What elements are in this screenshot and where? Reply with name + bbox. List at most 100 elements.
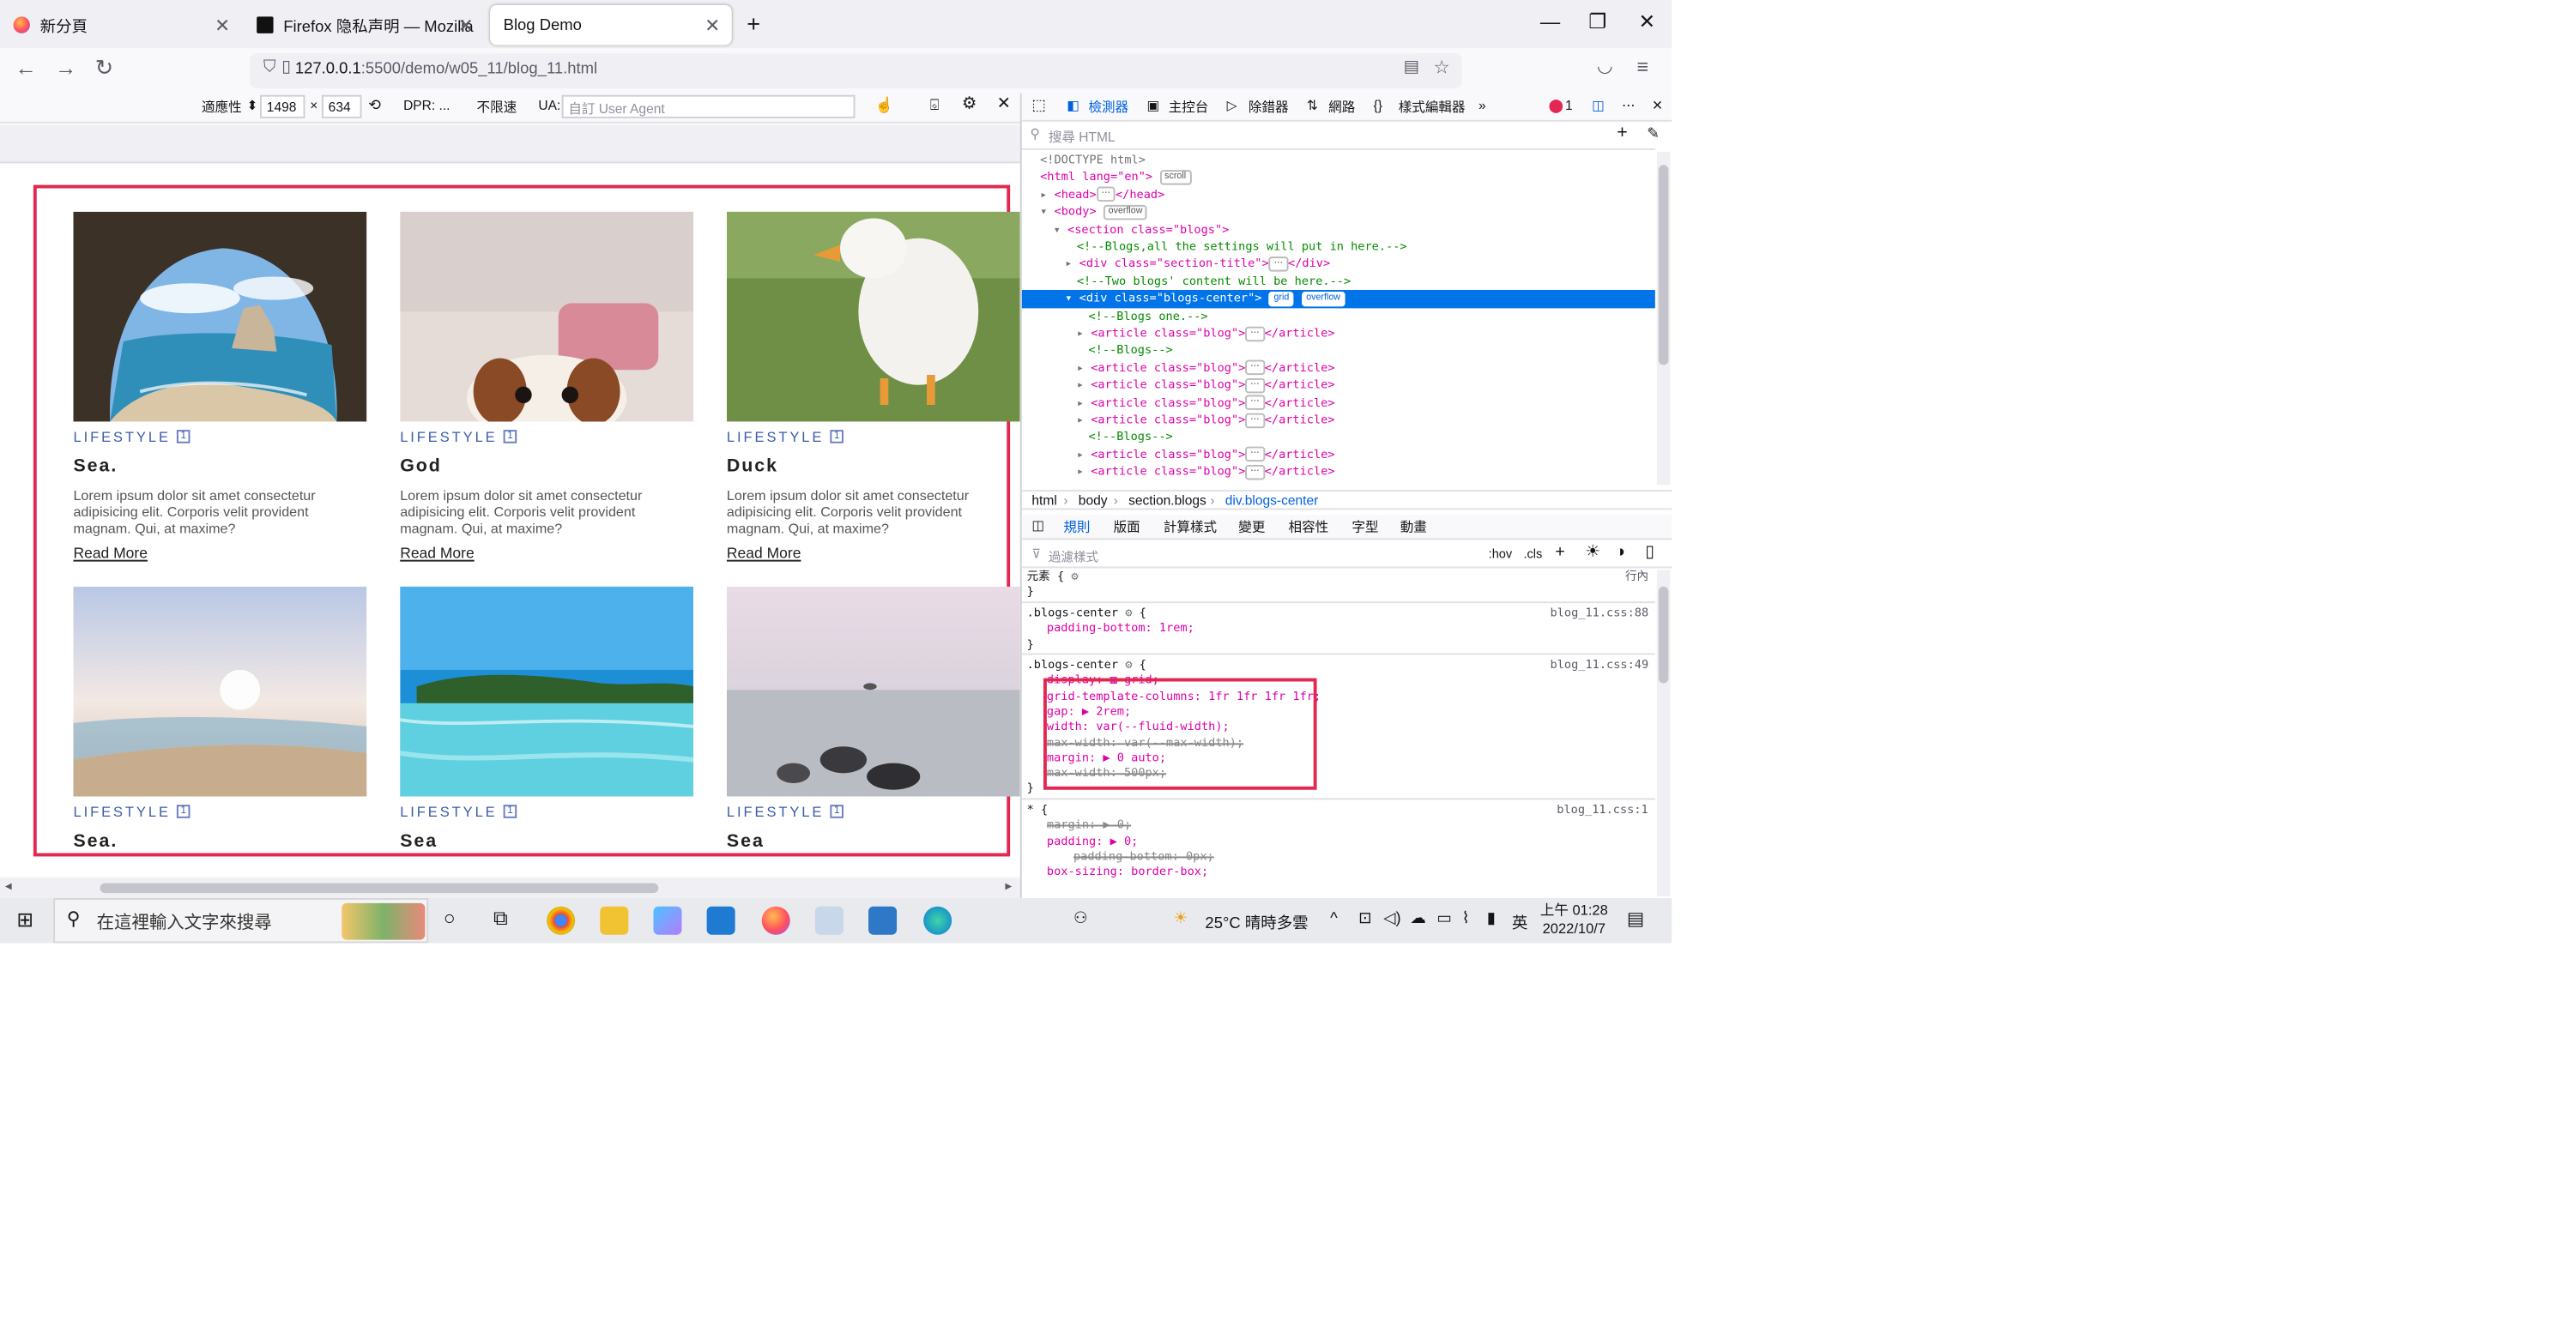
rule-declaration[interactable]: padding: ▶ 0; — [1047, 834, 1138, 849]
markup-line[interactable]: <!--Blogs--> — [1088, 342, 1172, 359]
tab-compatibility[interactable]: 相容性 — [1289, 518, 1329, 536]
add-rule-icon[interactable]: + — [1555, 543, 1564, 561]
breadcrumb-item-active[interactable]: div.blogs-center — [1225, 493, 1319, 508]
screenshot-icon[interactable]: ⌺ — [930, 97, 940, 115]
markup-line[interactable]: ▸ <article class="blog"> ⋯ </article> — [1077, 463, 1335, 480]
restore-icon[interactable]: ❐ — [1588, 10, 1606, 33]
html-search[interactable]: ⚲ 搜尋 HTML + ✎ — [1021, 122, 1660, 150]
markup-line[interactable]: ▸ <article class="blog"> ⋯ </article> — [1077, 377, 1335, 394]
markup-line[interactable]: ▸ <article class="blog"> ⋯ </article> — [1077, 359, 1335, 377]
light-mode-icon[interactable]: ☀ — [1585, 543, 1599, 561]
markup-line[interactable]: ▸ <article class="blog"> ⋯ </article> — [1077, 412, 1335, 429]
tab-fonts[interactable]: 字型 — [1351, 518, 1378, 536]
photos-icon[interactable] — [868, 906, 898, 935]
overflow-menu-icon[interactable]: ⋯ — [1622, 99, 1636, 113]
scroll-left-icon[interactable]: ◂ — [5, 878, 12, 893]
vscode-icon[interactable] — [706, 906, 735, 935]
markup-line[interactable]: ▸ <article class="blog"> ⋯ </article> — [1077, 325, 1335, 342]
breadcrumb-item[interactable]: body — [1079, 493, 1108, 508]
battery-icon[interactable]: ▮ — [1487, 910, 1496, 928]
new-tab-icon[interactable]: + — [747, 10, 760, 37]
device-selector[interactable]: 適應性 — [202, 99, 242, 117]
url-bar[interactable]: ⛉ ▯ 127.0.0.1:5500/demo/w05_11/blog_11.h… — [250, 53, 1462, 88]
tab-mozilla-privacy[interactable]: Firefox 隐私声明 — Mozilla ✕ — [244, 5, 486, 45]
tab-computed[interactable]: 計算樣式 — [1164, 518, 1217, 536]
markup-line[interactable]: <!--Two blogs' content will be here.--> — [1077, 273, 1351, 290]
rule-declaration-overridden[interactable]: margin: ▶ 0; — [1047, 818, 1131, 834]
more-tabs-icon[interactable]: » — [1478, 99, 1486, 113]
rule-declaration[interactable]: padding-bottom: 1rem; — [1047, 622, 1194, 637]
bookmark-star-icon[interactable]: ☆ — [1434, 57, 1450, 78]
forward-arrow-icon[interactable]: → — [55, 55, 76, 80]
close-devtools-icon[interactable]: ✕ — [1652, 99, 1663, 113]
reload-icon[interactable]: ↻ — [95, 55, 113, 81]
tab-new-page[interactable]: 新分頁 ✕ — [0, 5, 242, 45]
user-agent-input[interactable]: 自訂 User Agent — [561, 94, 856, 118]
settings-gear-icon[interactable]: ⚙ — [962, 95, 977, 113]
people-icon[interactable]: ⚇ — [1073, 910, 1088, 928]
rules-scrollbar[interactable] — [1656, 570, 1671, 897]
file-explorer-icon[interactable] — [600, 906, 629, 935]
reader-view-icon[interactable]: ▤ — [1404, 58, 1419, 76]
markup-line[interactable]: <!--Blogs one.--> — [1088, 308, 1207, 325]
volume-icon[interactable]: ◁) — [1383, 910, 1400, 928]
chrome-icon[interactable] — [547, 906, 576, 935]
class-toggle[interactable]: .cls — [1523, 546, 1542, 561]
markup-line[interactable]: <!--Blogs--> — [1088, 429, 1172, 446]
touch-icon[interactable]: ☝ — [875, 97, 894, 115]
markup-line[interactable]: ▸ <article class="blog"> ⋯ </article> — [1077, 446, 1335, 463]
read-more-link[interactable]: Read More — [73, 545, 366, 561]
shield-icon[interactable]: ⛉ — [263, 58, 276, 76]
rule-declaration[interactable]: box-sizing: border-box; — [1047, 866, 1208, 881]
task-view-icon[interactable]: ⧉ — [493, 907, 508, 932]
tab-inspector[interactable]: 檢測器 — [1088, 99, 1128, 117]
rule-source-link[interactable]: blog_11.css:88 — [1551, 606, 1649, 622]
rule-selector[interactable]: .blogs-center ⚙ { — [1027, 606, 1146, 622]
read-more-link[interactable]: Read More — [400, 545, 693, 561]
error-icon[interactable]: ⬤ — [1549, 99, 1563, 113]
tab-network[interactable]: 網路 — [1328, 99, 1355, 117]
tab-blog-demo[interactable]: Blog Demo ✕ — [490, 4, 732, 45]
print-icon[interactable]: ▯ — [1645, 543, 1654, 561]
toggle-sidebar-icon[interactable]: ◫ — [1031, 518, 1044, 533]
minimize-icon[interactable]: — — [1540, 10, 1560, 33]
markup-line[interactable]: <!--Blogs,all the settings will put in h… — [1077, 238, 1407, 256]
breadcrumb-item[interactable]: html — [1031, 493, 1056, 508]
add-node-icon[interactable]: + — [1617, 124, 1628, 143]
tab-layout[interactable]: 版面 — [1114, 518, 1140, 536]
rule-selector[interactable]: * { — [1027, 803, 1049, 818]
scrollbar-thumb[interactable] — [1658, 165, 1669, 365]
notification-icon[interactable]: ▤ — [1627, 908, 1644, 930]
hover-toggle[interactable]: :hov — [1489, 546, 1513, 561]
pocket-icon[interactable]: ◡ — [1597, 55, 1613, 76]
tab-animations[interactable]: 動畫 — [1400, 518, 1427, 536]
dock-icon[interactable]: ◫ — [1592, 99, 1605, 113]
microphone-icon[interactable]: ⊡ — [1358, 910, 1371, 928]
windows-start-icon[interactable]: ⊞ — [16, 908, 33, 932]
tab-debugger[interactable]: 除錯器 — [1249, 99, 1289, 117]
viewport-width-input[interactable]: 1498 — [260, 94, 305, 118]
back-arrow-icon[interactable]: ← — [15, 55, 36, 80]
markup-line[interactable]: ▸ <head> ⋯ </head> — [1040, 186, 1164, 203]
edge-icon[interactable] — [923, 906, 952, 935]
markup-line[interactable]: ▸ <article class="blog"> ⋯ </article> — [1077, 395, 1335, 412]
network-icon[interactable]: ▭ — [1436, 910, 1451, 928]
cortana-icon[interactable]: ○ — [444, 907, 456, 930]
rule-source-link[interactable]: blog_11.css:1 — [1557, 803, 1648, 818]
scrollbar-thumb[interactable] — [100, 883, 659, 894]
close-tab-icon[interactable]: ✕ — [704, 15, 720, 36]
markup-line[interactable]: ▸ <div class="section-title"> ⋯ </div> — [1065, 256, 1330, 273]
eyedropper-icon[interactable]: ✎ — [1647, 125, 1660, 143]
element-picker-icon[interactable]: ⬚ — [1031, 97, 1046, 115]
throttle-selector[interactable]: 不限速 — [477, 99, 517, 117]
clock[interactable]: 上午 01:28 2022/10/7 — [1540, 902, 1608, 938]
taskbar-search[interactable]: ⚲ 在這裡輸入文字來搜尋 — [53, 898, 429, 944]
read-more-link[interactable]: Read More — [727, 545, 1020, 561]
tab-rules[interactable]: 規則 — [1063, 518, 1090, 536]
close-window-icon[interactable]: ✕ — [1638, 10, 1655, 33]
scrollbar-thumb[interactable] — [1658, 586, 1669, 684]
rotate-icon[interactable]: ⟲ — [368, 97, 381, 115]
page-info-icon[interactable]: ▯ — [281, 58, 291, 76]
markup-line[interactable]: ▾ <body> overflow — [1040, 203, 1148, 220]
markup-scrollbar[interactable] — [1656, 151, 1671, 486]
